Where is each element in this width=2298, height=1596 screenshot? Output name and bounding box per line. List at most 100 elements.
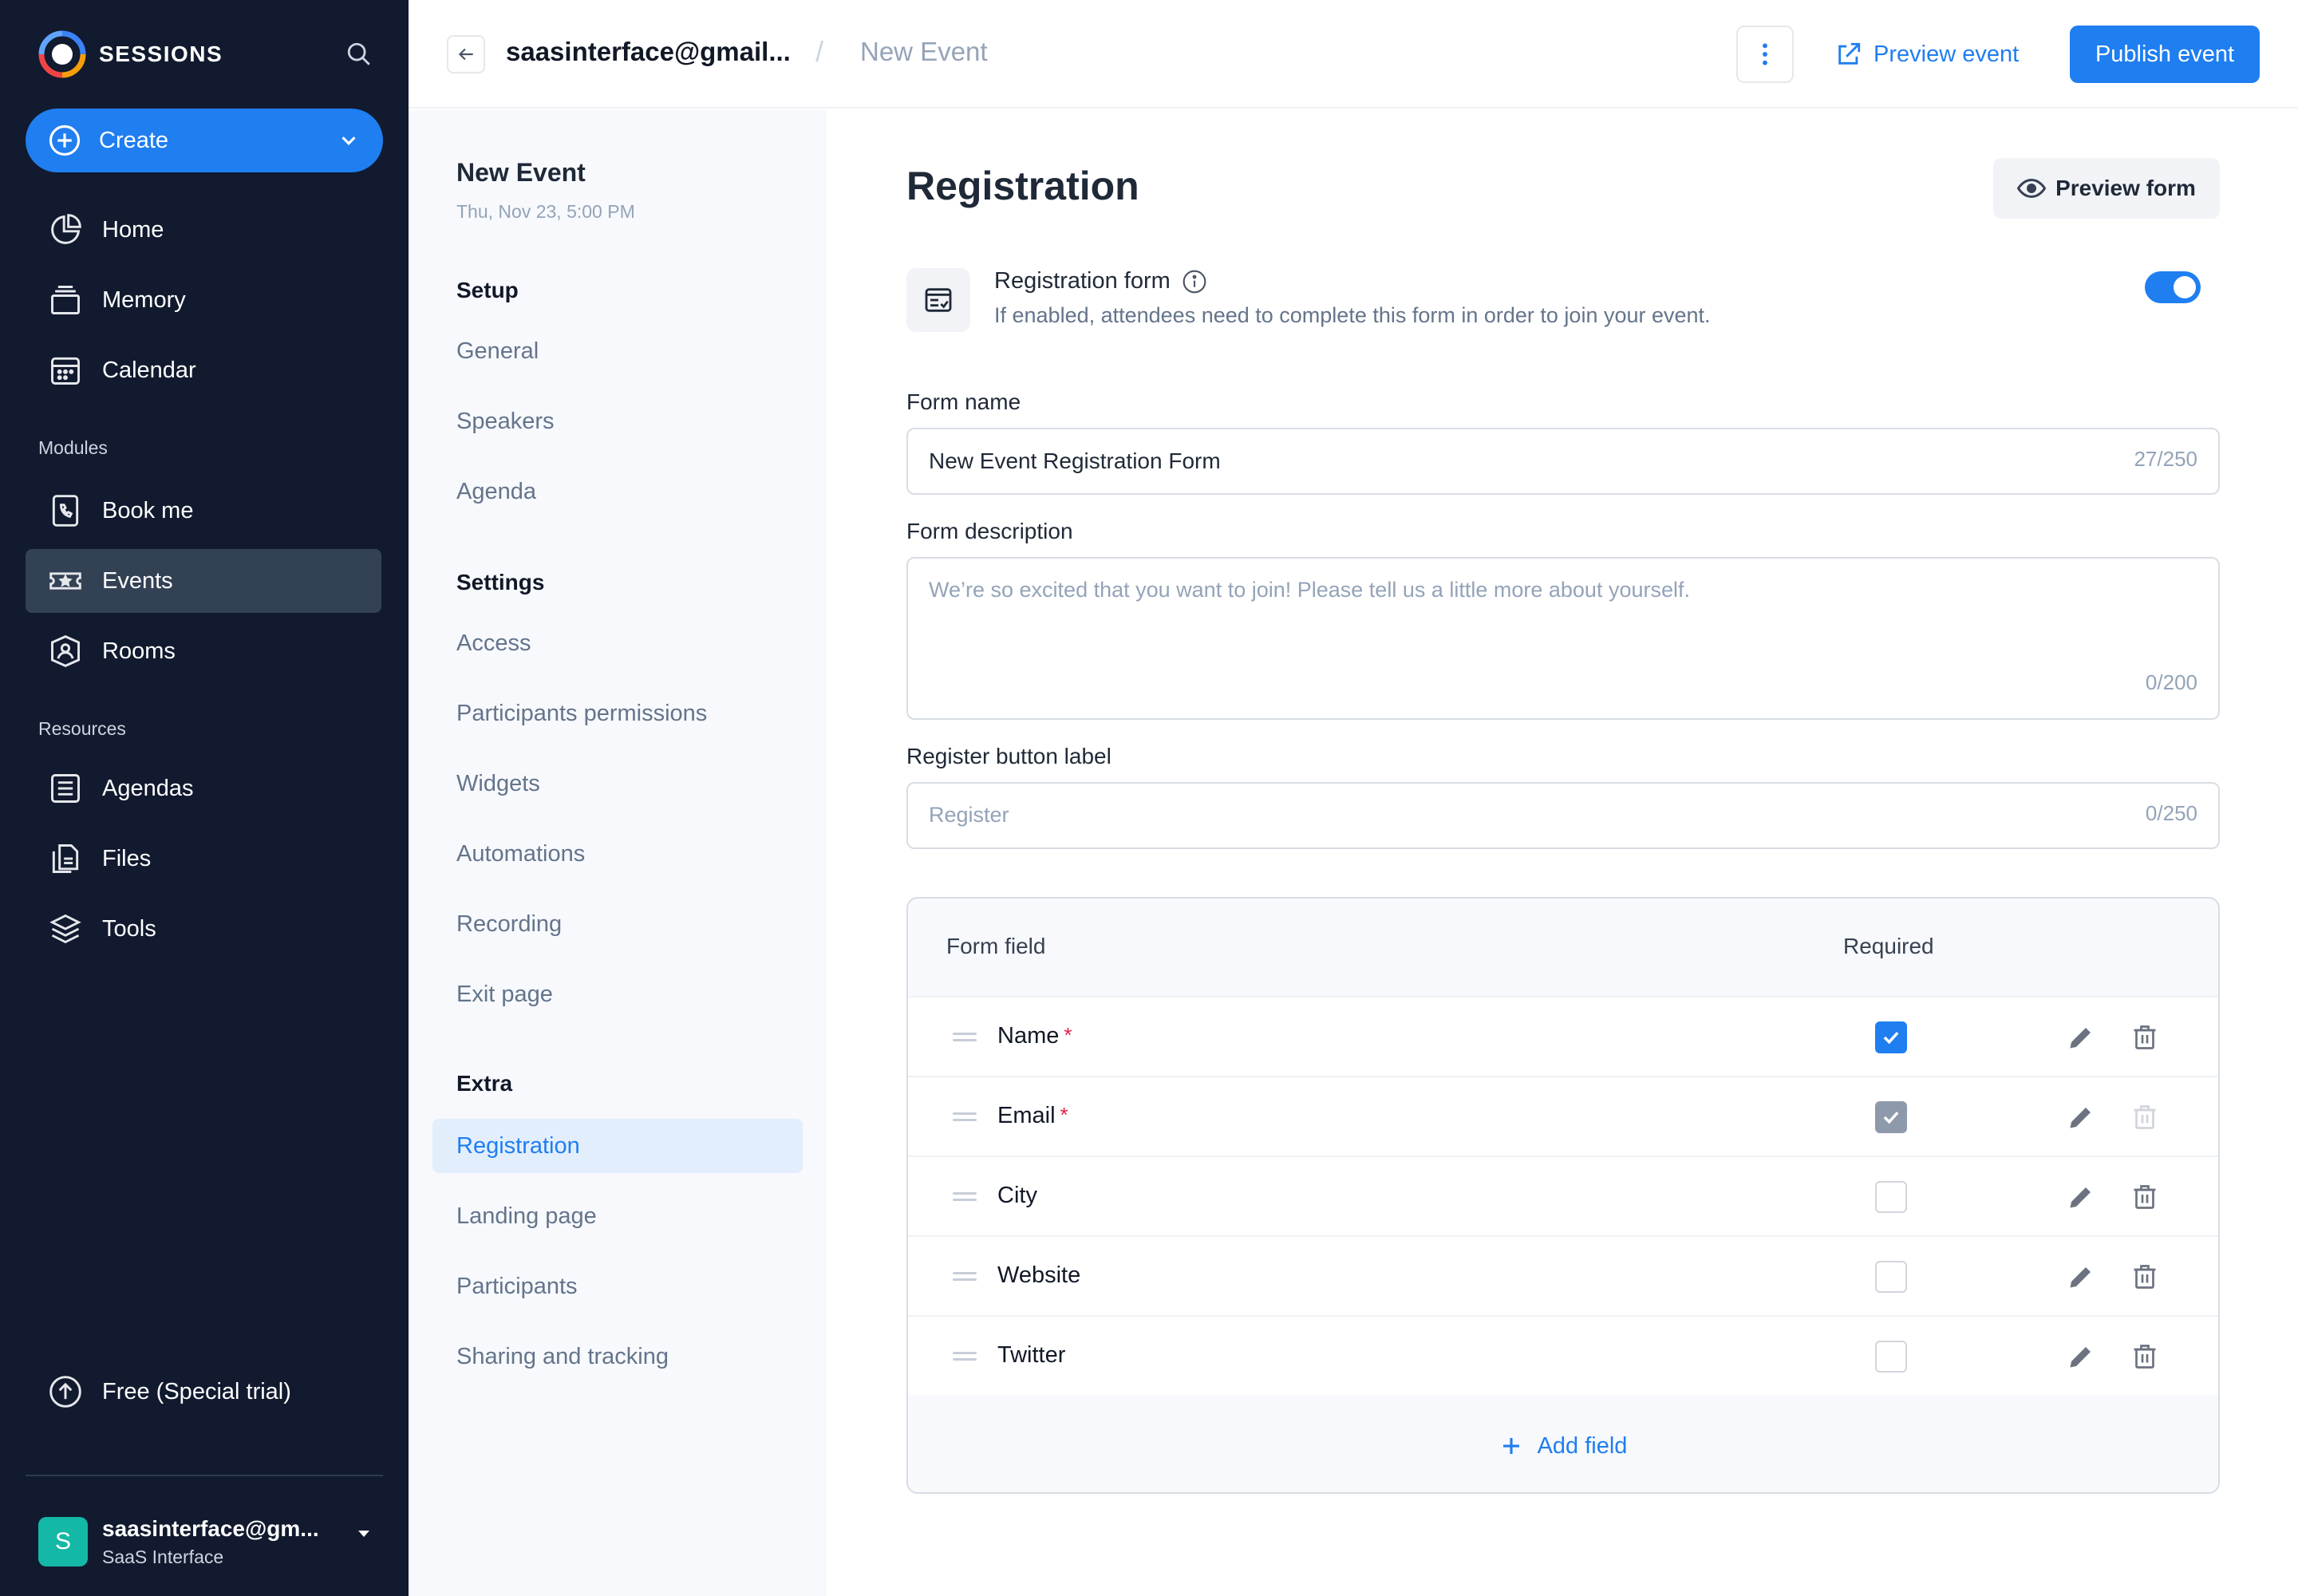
add-field-button[interactable]: Add field: [908, 1406, 2218, 1486]
trash-icon[interactable]: [2130, 1181, 2159, 1213]
sidebar-section-resources: Resources: [38, 718, 126, 739]
trash-icon[interactable]: [2130, 1261, 2159, 1293]
pencil-icon[interactable]: [2067, 1262, 2095, 1291]
table-row: Website: [908, 1235, 2218, 1315]
subnav-item-widgets[interactable]: Widgets: [432, 757, 803, 811]
required-checkbox[interactable]: [1875, 1261, 1907, 1293]
sessions-logo-icon: [38, 30, 86, 78]
register-button-label-counter: 0/250: [2145, 801, 2197, 825]
form-description-input[interactable]: We’re so excited that you want to join! …: [906, 557, 2220, 720]
subnav-item-participants-permissions[interactable]: Participants permissions: [432, 686, 803, 741]
breadcrumb-account[interactable]: saasinterface@gmail...: [506, 37, 791, 67]
trash-icon-disabled: [2134, 1105, 2156, 1129]
registration-form-title-text: Registration form: [994, 268, 1171, 294]
subnav-item-registration[interactable]: Registration: [432, 1119, 803, 1173]
trash-icon[interactable]: [2130, 1341, 2159, 1373]
subnav-item-exit-page[interactable]: Exit page: [432, 967, 803, 1021]
create-label: Create: [99, 127, 169, 153]
subnav-item-sharing-and-tracking[interactable]: Sharing and tracking: [432, 1329, 803, 1384]
subnav-item-access[interactable]: Access: [432, 616, 803, 670]
subnav-item-landing-page[interactable]: Landing page: [432, 1189, 803, 1243]
breadcrumb-separator: /: [815, 35, 824, 68]
plus-circle-icon: [49, 124, 81, 156]
book-me-icon: [46, 492, 85, 530]
subnav-item-recording[interactable]: Recording: [432, 897, 803, 951]
registration-panel: Registration Preview form Registration f…: [827, 110, 2298, 1596]
sidebar-item-label: Agendas: [102, 775, 194, 801]
field-name: Email *: [997, 1103, 1068, 1128]
arrow-left-icon: [458, 48, 473, 61]
sidebar-item-memory[interactable]: Memory: [26, 268, 381, 332]
subnav-item-speakers[interactable]: Speakers: [432, 394, 803, 448]
event-title: New Event: [456, 158, 586, 187]
sidebar-divider: [26, 1475, 383, 1476]
sidebar-item-agendas[interactable]: Agendas: [26, 757, 381, 820]
publish-event-button[interactable]: Publish event: [2070, 26, 2260, 83]
info-icon[interactable]: [1182, 269, 1207, 294]
top-bar: saasinterface@gmail... / New Event Previ…: [409, 0, 2298, 109]
sidebar-section-modules: Modules: [38, 437, 108, 458]
breadcrumb-current-page: New Event: [860, 37, 988, 66]
upgrade-arrow-icon: [46, 1373, 85, 1411]
sidebar-item-home[interactable]: Home: [26, 198, 381, 262]
required-checkbox[interactable]: [1875, 1341, 1907, 1373]
field-name: City: [997, 1183, 1037, 1208]
event-settings-nav: New Event Thu, Nov 23, 5:00 PM Setup Gen…: [409, 110, 827, 1596]
sidebar-item-label: Tools: [102, 915, 156, 942]
subnav-item-agenda[interactable]: Agenda: [432, 464, 803, 519]
form-name-label: Form name: [906, 389, 1021, 414]
plus-icon: [1502, 1438, 1519, 1454]
pencil-icon[interactable]: [2067, 1342, 2095, 1371]
field-name: Twitter: [997, 1342, 1066, 1368]
preview-event-label: Preview event: [1874, 41, 2020, 67]
back-button[interactable]: [447, 35, 485, 73]
pencil-icon[interactable]: [2067, 1183, 2095, 1211]
preview-event-button[interactable]: Preview event: [1835, 35, 2019, 73]
sidebar-search-button[interactable]: [342, 37, 377, 72]
external-link-icon: [1838, 42, 1861, 65]
sidebar-item-tools[interactable]: Tools: [26, 897, 381, 961]
drag-handle-icon[interactable]: [953, 1192, 977, 1202]
required-checkbox[interactable]: [1875, 1181, 1907, 1213]
registration-form-toggle[interactable]: [2145, 271, 2201, 303]
rooms-icon: [46, 632, 85, 670]
register-button-label-placeholder: Register: [929, 803, 1009, 827]
subnav-item-general[interactable]: General: [432, 324, 803, 378]
form-name-input[interactable]: New Event Registration Form 27/250: [906, 428, 2220, 495]
sidebar-item-rooms[interactable]: Rooms: [26, 619, 381, 683]
drag-handle-icon[interactable]: [953, 1272, 977, 1282]
subnav-section-extra: Extra: [456, 1071, 513, 1096]
chevron-down-icon: [342, 136, 356, 145]
toggle-knob: [2174, 276, 2196, 298]
pencil-icon[interactable]: [2067, 1103, 2095, 1132]
sidebar-item-book-me[interactable]: Book me: [26, 479, 381, 543]
sidebar-item-plan[interactable]: Free (Special trial): [26, 1360, 381, 1424]
more-options-button[interactable]: [1736, 26, 1794, 83]
subnav-item-automations[interactable]: Automations: [432, 827, 803, 881]
create-button[interactable]: Create: [26, 109, 383, 172]
sidebar-item-events[interactable]: Events: [26, 549, 381, 613]
drag-handle-icon[interactable]: [953, 1033, 977, 1042]
account-name: saasinterface@gm...: [102, 1515, 319, 1541]
brand-logo[interactable]: SESSIONS: [37, 29, 380, 80]
sidebar-item-label: Events: [102, 567, 173, 594]
drag-handle-icon[interactable]: [953, 1112, 977, 1122]
sidebar-item-files[interactable]: Files: [26, 827, 381, 891]
account-switcher[interactable]: S saasinterface@gm... SaaS Interface: [38, 1513, 373, 1570]
preview-form-button[interactable]: Preview form: [1993, 158, 2220, 219]
page-title: Registration: [906, 164, 1139, 208]
required-star: *: [1064, 1023, 1072, 1047]
column-header-required: Required: [1843, 934, 1934, 958]
check-icon: [1883, 1031, 1899, 1045]
trash-icon[interactable]: [2130, 1021, 2159, 1053]
register-button-label-input[interactable]: Register 0/250: [906, 782, 2220, 849]
form-description-label: Form description: [906, 519, 1073, 543]
sidebar-item-calendar[interactable]: Calendar: [26, 338, 381, 402]
table-row: City: [908, 1156, 2218, 1235]
check-icon: [1883, 1111, 1899, 1124]
pencil-icon[interactable]: [2067, 1023, 2095, 1052]
required-checkbox[interactable]: [1875, 1021, 1907, 1053]
drag-handle-icon[interactable]: [953, 1352, 977, 1361]
subnav-item-participants[interactable]: Participants: [432, 1259, 803, 1314]
registration-form-description: If enabled, attendees need to complete t…: [994, 303, 1711, 327]
